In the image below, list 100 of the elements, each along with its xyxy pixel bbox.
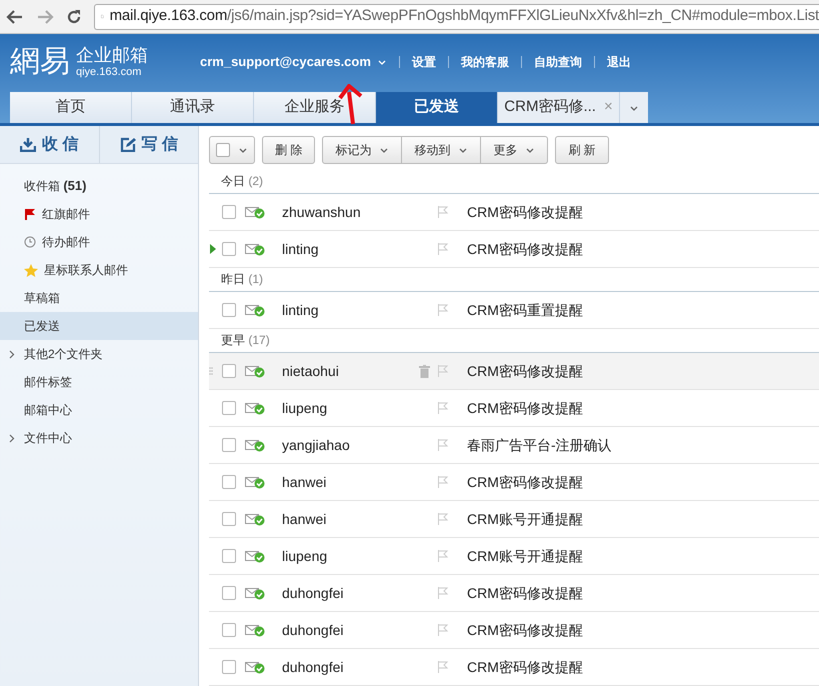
toolbar-menu-button[interactable]: 更多 bbox=[481, 136, 548, 164]
address-bar[interactable]: mail.qiye.163.com/js6/main.jsp?sid=YASwepPFnOgshbMqymFFXlGLieuNxXfv&hl=zh_CN#module=mbox.List bbox=[94, 4, 819, 30]
toolbar-button[interactable]: 删 除 bbox=[262, 136, 316, 164]
folder-item[interactable]: 邮箱中心 bbox=[0, 396, 198, 424]
sent-mail-icon bbox=[245, 512, 265, 526]
sender-name: liupeng bbox=[282, 398, 328, 418]
group-header: 更早 (17) bbox=[221, 332, 270, 349]
tab[interactable]: 首页 bbox=[10, 92, 132, 123]
group-header: 昨日 (1) bbox=[221, 271, 264, 288]
flag-icon[interactable] bbox=[437, 587, 449, 599]
select-all-dropdown[interactable] bbox=[209, 136, 255, 164]
header-link[interactable]: 自助查询 bbox=[534, 53, 582, 71]
sender-name: duhongfei bbox=[282, 620, 345, 640]
flag-icon[interactable] bbox=[437, 550, 449, 562]
folder-label: 星标联系人邮件 bbox=[44, 262, 128, 279]
sent-mail-icon bbox=[245, 402, 265, 414]
tab[interactable]: 已发送 bbox=[376, 92, 498, 123]
mail-subject: CRM密码修改提醒 bbox=[467, 620, 583, 640]
folder-label: 草稿箱 bbox=[24, 290, 60, 307]
header-link[interactable]: 我的客服 bbox=[460, 53, 509, 71]
sent-mail-icon bbox=[245, 206, 265, 218]
row-checkbox[interactable] bbox=[222, 549, 236, 563]
folder-item[interactable]: 其他2个文件夹 bbox=[0, 340, 198, 368]
row-checkbox[interactable] bbox=[222, 401, 236, 415]
folder-item[interactable]: 收件箱 (51) bbox=[0, 172, 198, 200]
toolbar-button[interactable]: 刷 新 bbox=[555, 136, 609, 164]
sender-name: zhuwanshun bbox=[282, 202, 362, 222]
tab[interactable]: 通讯录 bbox=[132, 92, 254, 123]
trash-icon[interactable] bbox=[418, 364, 430, 378]
folder-item[interactable]: 邮件标签 bbox=[0, 368, 198, 396]
row-checkbox[interactable] bbox=[222, 512, 236, 526]
flag-icon[interactable] bbox=[437, 365, 449, 377]
toolbar-menu-button[interactable]: 标记为 bbox=[322, 136, 402, 164]
flag-icon[interactable] bbox=[437, 402, 449, 414]
sent-mail-icon bbox=[245, 304, 265, 316]
folder-item[interactable]: 待办邮件 bbox=[0, 228, 198, 256]
folder-item[interactable]: 星标联系人邮件 bbox=[0, 256, 198, 284]
folder-item[interactable]: 文件中心 bbox=[0, 424, 198, 452]
row-checkbox[interactable] bbox=[222, 660, 236, 674]
header-link[interactable]: 退出 bbox=[606, 53, 631, 71]
sent-mail-icon bbox=[245, 364, 265, 378]
row-checkbox[interactable] bbox=[222, 438, 236, 452]
group-header: 今日 (2) bbox=[221, 173, 264, 190]
clock-icon bbox=[24, 236, 36, 248]
reload-icon[interactable] bbox=[66, 8, 82, 24]
tab[interactable]: CRM密码修... × bbox=[498, 92, 620, 123]
forward-icon[interactable] bbox=[36, 8, 54, 24]
flag-icon[interactable] bbox=[437, 624, 449, 636]
mail-subject: CRM密码修改提醒 bbox=[467, 398, 583, 418]
row-checkbox[interactable] bbox=[222, 586, 236, 600]
row-checkbox[interactable] bbox=[222, 205, 236, 219]
flag-icon[interactable] bbox=[437, 661, 449, 673]
mail-subject: CRM账号开通提醒 bbox=[467, 546, 583, 566]
tab[interactable]: 企业服务 bbox=[254, 92, 376, 123]
folder-label: 收件箱 (51) bbox=[24, 177, 86, 196]
edit-icon bbox=[120, 137, 136, 152]
sent-mail-icon bbox=[245, 586, 265, 600]
sent-mail-icon bbox=[245, 660, 265, 674]
mail-subject: CRM密码修改提醒 bbox=[467, 472, 583, 492]
flag-icon[interactable] bbox=[437, 476, 449, 488]
folder-label: 邮箱中心 bbox=[24, 402, 72, 419]
header-link[interactable]: 设置 bbox=[412, 53, 436, 71]
toolbar-menu-button[interactable]: 移动到 bbox=[402, 136, 482, 164]
sidebar-action-button[interactable]: 写 信 bbox=[100, 126, 198, 163]
mail-subject: CRM密码修改提醒 bbox=[467, 658, 583, 676]
folder-item[interactable]: 草稿箱 bbox=[0, 284, 198, 312]
row-checkbox[interactable] bbox=[222, 364, 236, 378]
sent-mail-icon bbox=[245, 550, 265, 562]
flag-icon[interactable] bbox=[437, 439, 449, 451]
mail-subject: CRM密码修改提醒 bbox=[467, 240, 583, 258]
mail-row[interactable]: nietaohui CRM密码修改提醒 bbox=[209, 353, 819, 390]
flag-icon[interactable] bbox=[437, 513, 449, 525]
domain-text: qiye.163.com bbox=[76, 66, 142, 80]
flag-icon[interactable] bbox=[437, 304, 449, 316]
row-checkbox[interactable] bbox=[222, 623, 236, 637]
sender-name: yangjiahao bbox=[282, 436, 351, 455]
folder-label: 其他2个文件夹 bbox=[24, 346, 103, 363]
mail-subject: CRM密码重置提醒 bbox=[467, 300, 583, 320]
sidebar-action-button[interactable]: 收 信 bbox=[0, 126, 100, 163]
account-menu[interactable]: crm_support@cycares.com bbox=[200, 52, 387, 72]
row-checkbox[interactable] bbox=[222, 475, 236, 489]
product-name: 企业邮箱 bbox=[76, 44, 148, 66]
folder-item[interactable]: 已发送 bbox=[0, 312, 198, 340]
url-text: mail.qiye.163.com/js6/main.jsp?sid=YASwepPFnOgshbMqymFFXlGLieuNxXfv&hl=zh_CN#module=mbox.List bbox=[110, 6, 819, 26]
folder-label: 邮件标签 bbox=[24, 374, 72, 391]
folder-item[interactable]: 红旗邮件 bbox=[0, 200, 198, 228]
flag-icon[interactable] bbox=[437, 243, 449, 255]
row-checkbox[interactable] bbox=[222, 303, 236, 317]
sent-mail-icon bbox=[245, 624, 265, 636]
sent-mail-icon bbox=[245, 476, 265, 488]
sender-name: linting bbox=[282, 300, 320, 320]
row-checkbox[interactable] bbox=[222, 242, 236, 256]
sender-name: linting bbox=[282, 240, 320, 259]
mail-subject: CRM密码修改提醒 bbox=[467, 362, 583, 380]
back-icon[interactable] bbox=[6, 8, 24, 24]
mail-subject: CRM密码修改提醒 bbox=[467, 584, 583, 602]
sender-name: duhongfei bbox=[282, 658, 345, 677]
sent-mail-icon bbox=[245, 438, 265, 452]
flag-icon[interactable] bbox=[437, 206, 449, 218]
expand-icon bbox=[9, 350, 15, 358]
